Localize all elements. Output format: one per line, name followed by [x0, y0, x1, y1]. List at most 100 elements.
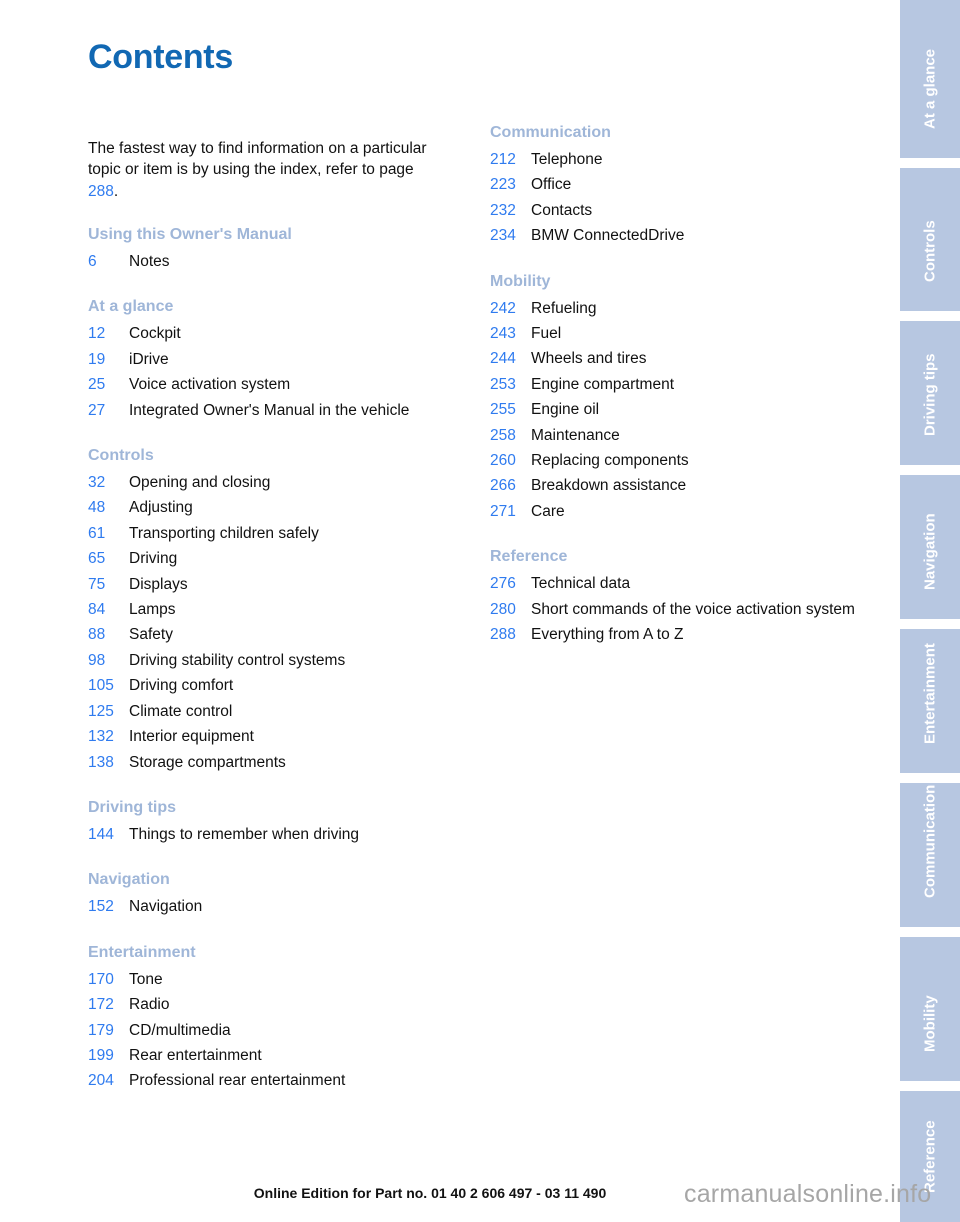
intro-page-reference[interactable]: 288	[88, 183, 114, 200]
side-tab-driving-tips[interactable]: Driving tips	[900, 321, 960, 465]
toc-entry[interactable]: 232 Contacts	[490, 198, 860, 223]
toc-entry[interactable]: 223 Office	[490, 172, 860, 197]
toc-entry-page-number: 242	[490, 299, 516, 317]
toc-entry[interactable]: 105 Driving comfort	[88, 673, 458, 698]
toc-entry[interactable]: 12 Cockpit	[88, 321, 458, 346]
toc-entry-label: Radio	[129, 996, 170, 1014]
toc-entry-page-number: 84	[88, 601, 106, 619]
toc-entry-label: Tone	[129, 970, 163, 988]
toc-entry-page-number: 132	[88, 728, 114, 746]
toc-entry[interactable]: 276 Technical data	[490, 571, 860, 596]
toc-entry-page-number: 260	[490, 452, 516, 470]
toc-entry-page-number: 152	[88, 898, 114, 916]
toc-entry[interactable]: 204 Professional rear entertainment	[88, 1068, 458, 1093]
toc-entry[interactable]: 98 Driving stability control systems	[88, 648, 458, 673]
toc-entry-page-number: 48	[88, 499, 106, 517]
toc-entry[interactable]: 25 Voice activation system	[88, 372, 458, 397]
toc-entry[interactable]: 19 iDrive	[88, 347, 458, 372]
toc-entry[interactable]: 242 Refueling	[490, 296, 860, 321]
side-tab-label: Communication	[921, 784, 939, 898]
toc-entry-label: Driving	[129, 550, 178, 568]
side-tab-entertainment[interactable]: Entertainment	[900, 629, 960, 773]
toc-entry-page-number: 179	[88, 1021, 114, 1039]
toc-entry[interactable]: 125 Climate control	[88, 699, 458, 724]
toc-section-heading: Driving tips	[88, 798, 177, 816]
toc-entry[interactable]: 288 Everything from A to Z	[490, 622, 860, 647]
toc-entry[interactable]: 258 Maintenance	[490, 423, 860, 448]
side-tab-strip: At a glance Controls Driving tips Navigatio…	[900, 0, 960, 1222]
side-tab-at-a-glance[interactable]: At a glance	[900, 0, 960, 158]
toc-entry-page-number: 19	[88, 350, 106, 368]
toc-entry-page-number: 243	[490, 325, 516, 343]
toc-entry-label: Navigation	[129, 898, 203, 916]
toc-entry[interactable]: 212 Telephone	[490, 147, 860, 172]
toc-entry-page-number: 255	[490, 401, 516, 419]
toc-entry[interactable]: 234 BMW ConnectedDrive	[490, 223, 860, 248]
toc-entry[interactable]: 27 Integrated Owner's Manual in the vehic…	[88, 398, 458, 423]
toc-section-heading: Mobility	[490, 272, 551, 290]
toc-entry[interactable]: 179 CD/multimedia	[88, 1018, 458, 1043]
toc-entry[interactable]: 144 Things to remember when driving	[88, 822, 458, 847]
intro-text-before: The fastest way to find information on a…	[88, 139, 427, 179]
toc-entry[interactable]: 170 Tone	[88, 967, 458, 992]
toc-entry[interactable]: 6 Notes	[88, 249, 458, 274]
toc-section: Entertainment 170 Tone 172 Radio 179 CD/multim…	[88, 942, 458, 1094]
toc-entry[interactable]: 271 Care	[490, 499, 860, 524]
toc-entry-page-number: 125	[88, 702, 114, 720]
toc-entry[interactable]: 255 Engine oil	[490, 397, 860, 422]
toc-entry[interactable]: 88 Safety	[88, 622, 458, 647]
intro-text-after: .	[113, 182, 119, 200]
toc-entry[interactable]: 61 Transporting children safely	[88, 521, 458, 546]
toc-entry-label: Engine compartment	[531, 375, 675, 393]
toc-entry-page-number: 27	[88, 401, 106, 419]
toc-entry[interactable]: 266 Breakdown assistance	[490, 473, 860, 498]
toc-section: Driving tips 144 Things to remember when d…	[88, 797, 458, 847]
toc-section-heading: Communication	[490, 124, 611, 141]
side-tab-controls[interactable]: Controls	[900, 168, 960, 311]
toc-entry[interactable]: 132 Interior equipment	[88, 724, 458, 749]
side-tab-communication[interactable]: Communication	[900, 783, 960, 927]
toc-entry-label: Things to remember when driving	[129, 825, 360, 843]
toc-entry[interactable]: 244 Wheels and tires	[490, 346, 860, 371]
toc-entry-page-number: 288	[490, 626, 516, 644]
toc-entry-page-number: 244	[490, 350, 516, 368]
toc-entry[interactable]: 65 Driving	[88, 546, 458, 571]
toc-section: At a glance 12 Cockpit 19 iDrive 25 Voice acti…	[88, 296, 458, 423]
toc-entry-label: Climate control	[129, 702, 233, 720]
toc-entry[interactable]: 260 Replacing components	[490, 448, 860, 473]
toc-entry-page-number: 271	[490, 502, 516, 520]
toc-entry-label: Wheels and tires	[531, 350, 647, 368]
toc-entry-page-number: 170	[88, 970, 114, 988]
toc-section-heading: Entertainment	[88, 943, 196, 961]
toc-entry-page-number: 65	[88, 550, 106, 568]
toc-entry-label: Office	[531, 176, 572, 194]
side-tab-label: Driving tips	[921, 353, 939, 436]
side-tab-label: Navigation	[921, 513, 939, 590]
toc-entry-label: Refueling	[531, 299, 597, 317]
toc-entry-label: Engine oil	[531, 401, 600, 419]
toc-entry-label: Lamps	[129, 601, 176, 619]
toc-section: Reference 276 Technical data 280 Short comma…	[490, 546, 860, 647]
toc-entry[interactable]: 32 Opening and closing	[88, 470, 458, 495]
toc-entry-label: Care	[531, 502, 565, 520]
toc-sections-left: Using this Owner's Manual 6 Notes At a glan…	[88, 224, 458, 1094]
toc-entry[interactable]: 84 Lamps	[88, 597, 458, 622]
watermark-text: carmanualsonline.info	[684, 1180, 932, 1208]
side-tab-navigation[interactable]: Navigation	[900, 475, 960, 619]
toc-entry[interactable]: 280 Short commands of the voice activatio…	[490, 597, 860, 622]
toc-entry-page-number: 232	[490, 201, 516, 219]
toc-entry[interactable]: 199 Rear entertainment	[88, 1043, 458, 1068]
toc-entry-label: Short commands of the voice activation s…	[531, 600, 855, 618]
toc-entry[interactable]: 138 Storage compartments	[88, 750, 458, 775]
intro-paragraph: The fastest way to find information on a…	[88, 138, 440, 203]
toc-column-right: Communication 212 Telephone 223 Office 232 Con…	[490, 122, 860, 670]
toc-entry-label: Cockpit	[129, 325, 181, 343]
toc-entry[interactable]: 48 Adjusting	[88, 495, 458, 520]
toc-entry[interactable]: 253 Engine compartment	[490, 372, 860, 397]
toc-entry[interactable]: 243 Fuel	[490, 321, 860, 346]
side-tab-mobility[interactable]: Mobility	[900, 937, 960, 1081]
toc-entry[interactable]: 172 Radio	[88, 992, 458, 1017]
toc-entry[interactable]: 75 Displays	[88, 572, 458, 597]
toc-entry[interactable]: 152 Navigation	[88, 894, 458, 919]
toc-section: Controls 32 Opening and closing 48 Adjusting…	[88, 445, 458, 775]
